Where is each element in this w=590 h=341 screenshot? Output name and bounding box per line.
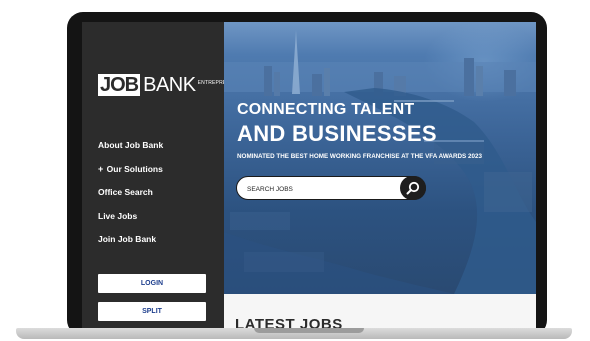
sidebar-nav: About Job Bank + Our Solutions Office Se… [98, 140, 218, 258]
nav-live-jobs[interactable]: Live Jobs [98, 211, 218, 235]
nav-about-job-bank[interactable]: About Job Bank [98, 140, 218, 164]
plus-icon: + [98, 163, 104, 174]
sidebar: JOB BANK ENTREPRENEUR About Job Bank + O… [82, 22, 241, 328]
laptop-notch [254, 328, 364, 333]
latest-jobs-heading: LATEST JOBS [235, 316, 343, 328]
split-button[interactable]: SPLIT [98, 302, 206, 321]
nav-label: Office Search [98, 187, 153, 197]
nav-label: Join Job Bank [98, 234, 157, 244]
hero-title-line2: AND BUSINESSES [237, 121, 437, 146]
logo-bank-text: BANK [143, 74, 196, 96]
nav-our-solutions[interactable]: + Our Solutions [98, 164, 218, 188]
laptop-screen: JOB BANK ENTREPRENEUR About Job Bank + O… [82, 22, 536, 328]
latest-jobs-section: LATEST JOBS [224, 294, 536, 328]
search-button[interactable] [400, 176, 426, 200]
hero-banner: CONNECTING TALENT AND BUSINESSES NOMINAT… [224, 22, 536, 294]
nav-join-job-bank[interactable]: Join Job Bank [98, 234, 218, 258]
search-bar [236, 176, 426, 200]
nav-office-search[interactable]: Office Search [98, 187, 218, 211]
nav-label: Live Jobs [98, 210, 138, 221]
nav-label: About Job Bank [98, 140, 164, 150]
logo-job-text: JOB [98, 74, 141, 96]
hero-title-line1: CONNECTING TALENT [237, 101, 415, 118]
search-input[interactable] [247, 182, 397, 196]
hero-subtitle: NOMINATED THE BEST HOME WORKING FRANCHIS… [237, 153, 483, 160]
login-button[interactable]: LOGIN [98, 274, 206, 293]
search-icon [406, 181, 420, 195]
job-bank-logo[interactable]: JOB BANK ENTREPRENEUR [98, 74, 241, 96]
nav-label: Our Solutions [106, 163, 163, 174]
